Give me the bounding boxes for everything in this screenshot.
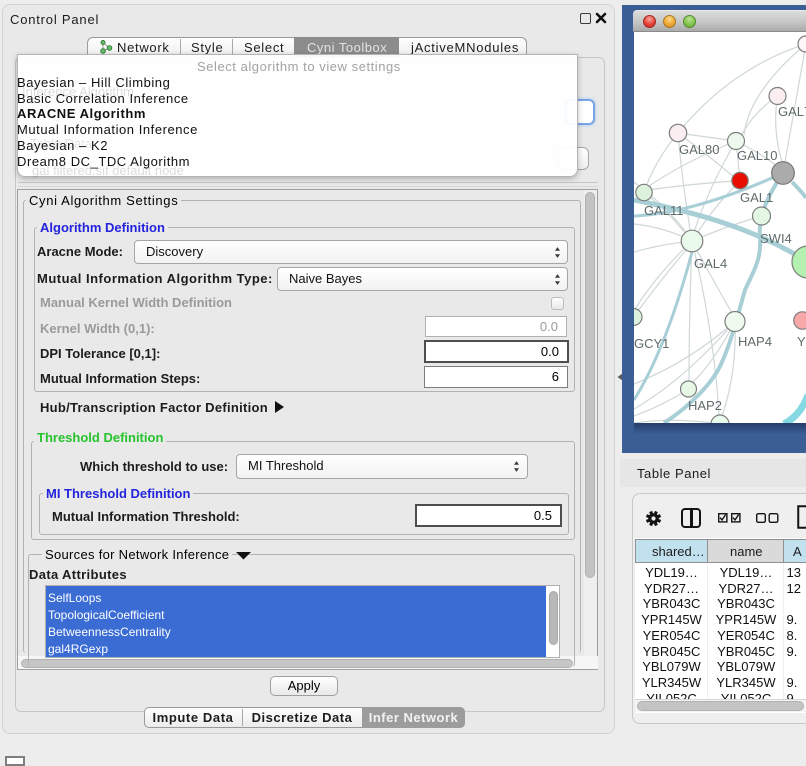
svg-text:GCY1: GCY1 — [634, 336, 669, 351]
svg-text:HAP2: HAP2 — [688, 398, 722, 413]
svg-text:GAL7: GAL7 — [778, 104, 806, 119]
svg-text:HAP4: HAP4 — [738, 334, 772, 349]
svg-text:SWI4: SWI4 — [760, 231, 792, 246]
svg-text:GAL11: GAL11 — [644, 203, 684, 218]
svg-text:GAL80: GAL80 — [679, 142, 719, 157]
svg-text:Y: Y — [797, 334, 806, 349]
svg-text:GAL1: GAL1 — [740, 190, 773, 205]
svg-text:GAL4: GAL4 — [694, 256, 727, 271]
svg-text:GAL10: GAL10 — [737, 148, 777, 163]
